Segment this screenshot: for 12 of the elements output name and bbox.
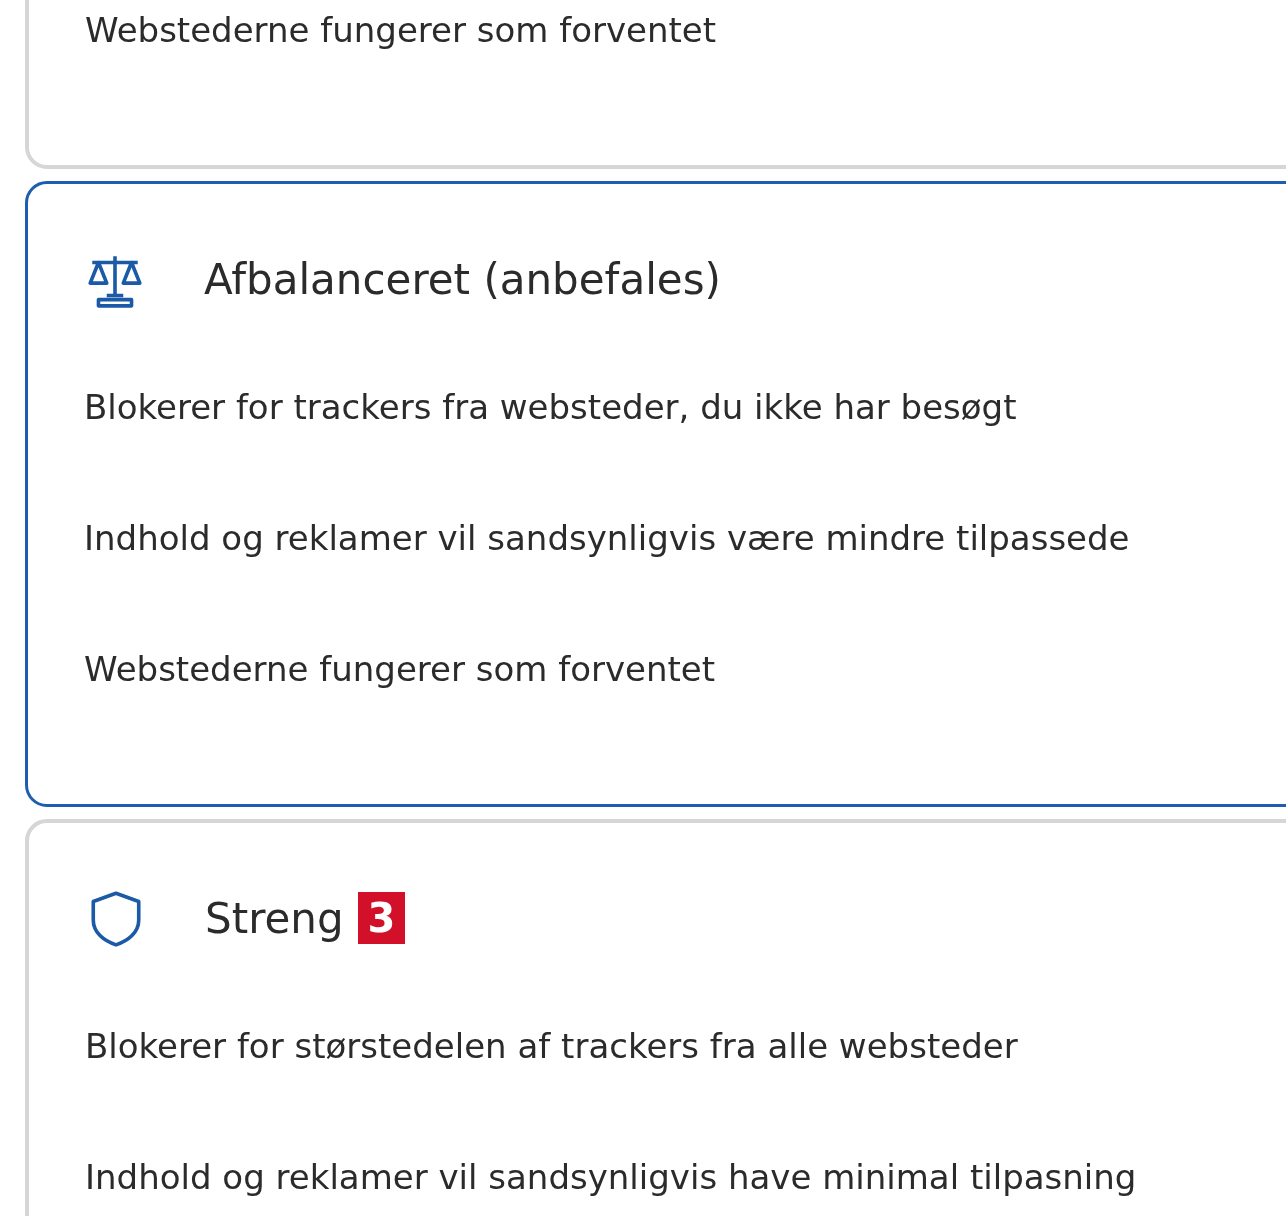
option-card[interactable]: Streng 3 Blokerer for størstedelen af trackers fra alle websteder Indhold og reklamer vil sandsynligvis have minimal tilpasning <box>25 819 1286 1216</box>
option-card[interactable]: Afbalanceret (anbefales) Blokerer for trackers fra websteder, du ikke har besøgt Indhold og reklamer vil sandsynligvis være mindre tilpassede Webstederne fungerer som forventet <box>25 181 1286 807</box>
option-description: Indhold og reklamer vil sandsynligvis være mindre tilpassede <box>84 517 1130 558</box>
number-badge: 3 <box>357 892 406 944</box>
option-description: Webstederne fungerer som forventet <box>85 9 717 50</box>
option-title: Streng <box>205 893 344 943</box>
option-description: Blokerer for størstedelen af trackers fra alle websteder <box>85 1025 1018 1066</box>
option-description: Blokerer for trackers fra websteder, du ikke har besøgt <box>84 386 1017 427</box>
option-description: Indhold og reklamer vil sandsynligvis have minimal tilpasning <box>85 1156 1137 1197</box>
option-description: Webstederne fungerer som forventet <box>84 648 716 689</box>
option-title: Afbalanceret (anbefales) <box>204 254 721 304</box>
option-card[interactable]: Webstederne fungerer som forventet <box>25 0 1286 169</box>
